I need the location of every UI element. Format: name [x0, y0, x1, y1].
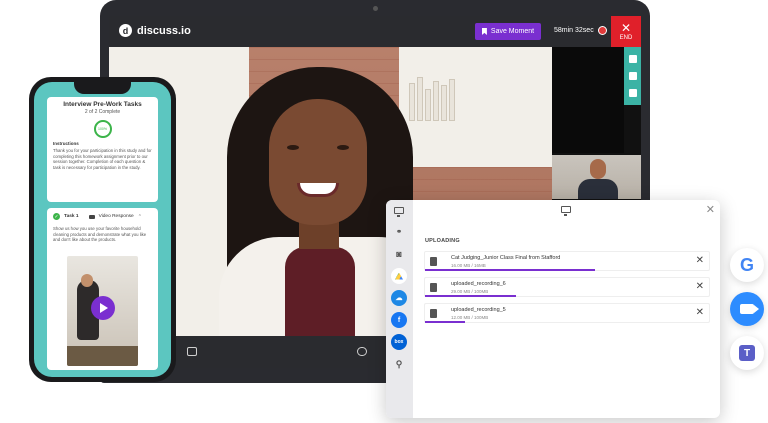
chart-icon[interactable]: [628, 89, 637, 98]
upload-panel: ⚭ ◙ ☁ f box ⚲ ✕ UPLOADING Cat Judging_Ju…: [386, 200, 720, 418]
file-icon: [430, 257, 437, 266]
camera-icon[interactable]: ◙: [391, 246, 407, 262]
panel-header: ✕: [413, 200, 720, 220]
bookmark-icon: [481, 28, 487, 35]
moderator-head: [590, 159, 606, 179]
link-icon[interactable]: ⚭: [391, 224, 407, 240]
upload-progress-bar: [425, 269, 596, 271]
phone-screen: Interview Pre-Work Tasks 2 of 2 Complete…: [34, 82, 171, 377]
task-label: Task 1: [64, 214, 79, 219]
google-glyph: G: [739, 254, 754, 275]
teams-icon[interactable]: T: [730, 336, 764, 370]
video-icon: [88, 214, 95, 219]
progress-ring: 100%: [93, 120, 112, 138]
upload-progress-bar: [425, 295, 516, 297]
chevron-up-icon[interactable]: ⌃: [138, 214, 142, 220]
file-name: uploaded_recording_5: [451, 307, 506, 313]
phone: Interview Pre-Work Tasks 2 of 2 Complete…: [29, 77, 176, 382]
monitor-icon: [561, 206, 571, 216]
google-icon[interactable]: G: [730, 248, 764, 282]
thumb-counter: [67, 346, 138, 366]
zoom-icon[interactable]: [730, 292, 764, 326]
books-right: [409, 77, 455, 121]
box-glyph: box: [394, 339, 404, 345]
file-icon: [430, 283, 437, 292]
card-subtitle: 2 of 2 Complete: [84, 109, 121, 115]
cancel-upload-icon[interactable]: ✕: [696, 255, 704, 266]
file-size: 16.00 MB / 16MB: [451, 263, 486, 268]
play-icon: [100, 303, 108, 313]
upload-row: uploaded_recording_6 29.00 MB / 100MB ✕: [424, 277, 710, 297]
cancel-upload-icon[interactable]: ✕: [696, 307, 704, 318]
task-text: Show us how you use your favorite househ…: [53, 226, 147, 243]
upload-row: Cat Judging_Junior Class Final from Staf…: [424, 251, 710, 271]
zoom-camera-glyph: [740, 304, 759, 314]
participant-top: [285, 247, 355, 336]
play-button[interactable]: [91, 296, 115, 320]
card-title: Interview Pre-Work Tasks: [63, 101, 142, 108]
box-icon[interactable]: box: [391, 334, 407, 350]
participant-eye: [337, 145, 349, 150]
pre-work-card: Interview Pre-Work Tasks 2 of 2 Complete…: [47, 97, 158, 202]
moderator-body: [578, 179, 618, 199]
laptop-camera: [373, 6, 378, 11]
cancel-upload-icon[interactable]: ✕: [696, 281, 704, 292]
file-size: 12.00 MB / 100MB: [451, 315, 489, 320]
moderator-video: [552, 155, 641, 199]
notes-icon[interactable]: [628, 71, 637, 80]
record-icon: [597, 26, 607, 35]
participant-eye: [287, 145, 299, 150]
end-button[interactable]: ✕ END: [611, 16, 641, 47]
timer-text: 58min 32sec: [554, 27, 594, 34]
logo-icon: d: [119, 24, 132, 37]
close-icon: ✕: [620, 21, 632, 35]
facebook-icon[interactable]: f: [391, 312, 407, 328]
upload-row: uploaded_recording_5 12.00 MB / 100MB ✕: [424, 303, 710, 323]
progress-text: 100%: [98, 127, 107, 131]
save-moment-label: Save Moment: [490, 28, 535, 35]
file-name: uploaded_recording_6: [451, 281, 506, 287]
brand-name: discuss.io: [137, 24, 191, 37]
uploading-title: UPLOADING: [425, 238, 460, 244]
upload-progress-bar: [425, 321, 465, 323]
thumb-person-face: [81, 274, 93, 287]
source-rail: ⚭ ◙ ☁ f box ⚲: [386, 200, 413, 418]
close-icon[interactable]: ✕: [706, 203, 715, 216]
file-icon: [430, 309, 437, 318]
chat-icon[interactable]: [628, 54, 637, 63]
phone-notch: [74, 82, 131, 94]
check-icon: ✓: [53, 213, 60, 220]
task-card: ✓ Task 1 Video Response ⌃ Show us how yo…: [47, 208, 158, 370]
side-video-empty: [552, 47, 624, 153]
file-size: 29.00 MB / 100MB: [451, 289, 489, 294]
teams-glyph: T: [739, 345, 755, 361]
google-drive-icon[interactable]: [391, 268, 407, 284]
search-icon[interactable]: ⚲: [391, 356, 407, 372]
monitor-icon[interactable]: [394, 207, 404, 217]
brand-logo: d discuss.io: [119, 24, 191, 37]
video-thumbnail[interactable]: [67, 256, 138, 366]
marketing-composite: d discuss.io Save Moment 58min 32sec ✕ E…: [0, 0, 768, 423]
phone-icon[interactable]: [357, 347, 367, 356]
task-header[interactable]: ✓ Task 1 Video Response ⌃: [53, 213, 152, 220]
top-bar: d discuss.io Save Moment 58min 32sec ✕ E…: [109, 16, 641, 47]
instructions-heading: Instructions: [53, 141, 79, 146]
end-label: END: [619, 35, 633, 41]
facebook-glyph: f: [397, 316, 401, 324]
instructions-text: Thank you for your participation in this…: [53, 148, 152, 170]
task-type: Video Response: [98, 214, 134, 219]
camera-toggle-icon[interactable]: [187, 347, 197, 356]
file-name: Cat Judging_Junior Class Final from Staf…: [451, 255, 561, 261]
session-timer: 58min 32sec: [554, 26, 607, 35]
onedrive-icon[interactable]: ☁: [391, 290, 407, 306]
save-moment-button[interactable]: Save Moment: [475, 23, 541, 40]
participant-face: [269, 99, 367, 225]
side-toolbar: [624, 47, 641, 105]
